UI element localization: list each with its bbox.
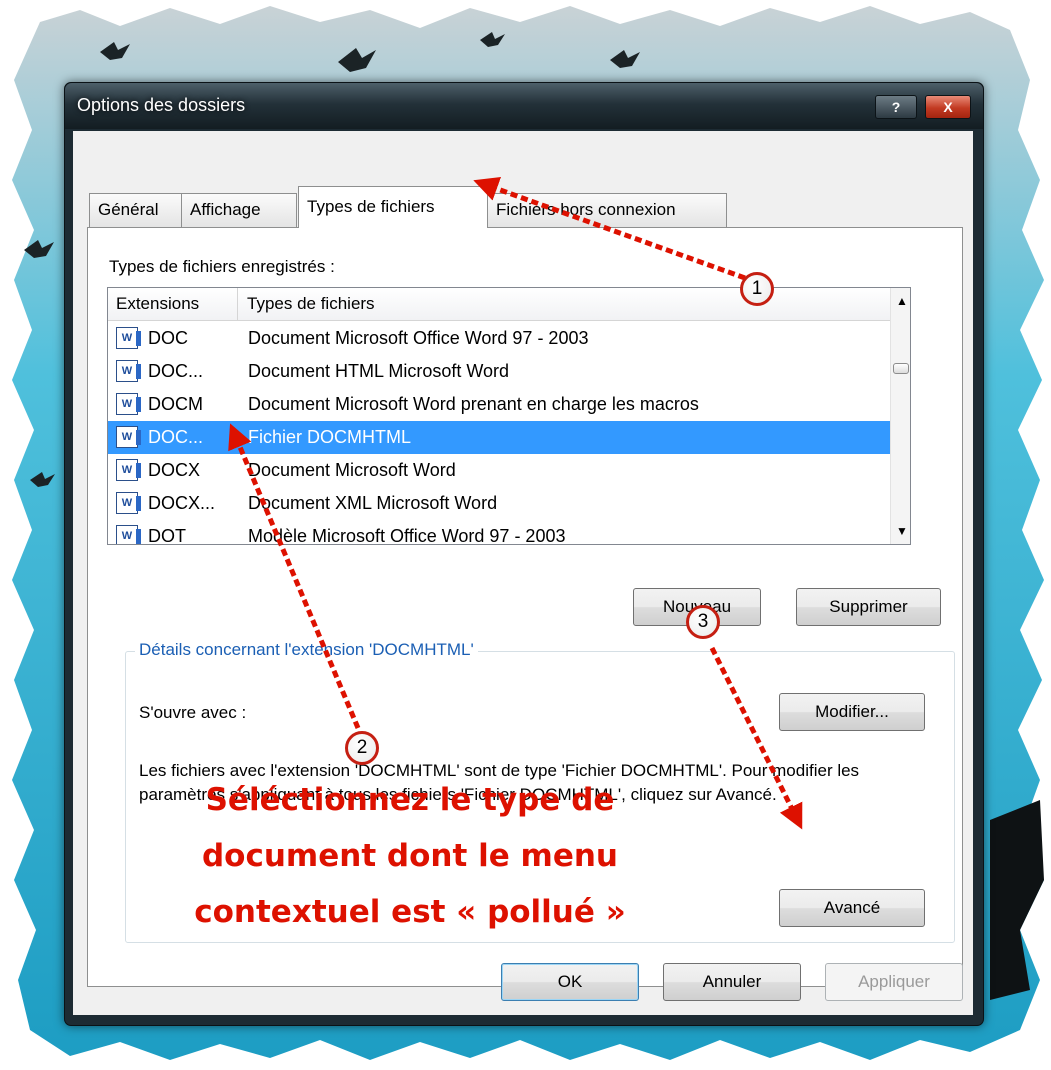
cancel-button[interactable]: Annuler bbox=[663, 963, 801, 1001]
file-types-list[interactable]: Extensions Types de fichiers W DOC Docum… bbox=[107, 287, 911, 545]
row-extension: DOCX bbox=[148, 460, 201, 480]
row-extension: DOC... bbox=[148, 361, 204, 381]
row-extension: DOCM bbox=[148, 394, 203, 414]
row-type: Modèle Microsoft Office Word 97 - 2003 bbox=[248, 526, 566, 545]
details-group-title: Détails concernant l'extension 'DOCMHTML… bbox=[135, 640, 478, 660]
row-extension: DOT bbox=[148, 526, 186, 545]
row-type: Document HTML Microsoft Word bbox=[248, 361, 510, 381]
word-document-icon: W bbox=[116, 327, 141, 349]
list-item-selected[interactable]: W DOC... Fichier DOCMHTML bbox=[108, 421, 890, 454]
word-document-icon: W bbox=[116, 426, 141, 448]
step-badge-3: 3 bbox=[686, 605, 720, 639]
opens-with-label: S'ouvre avec : bbox=[139, 703, 247, 722]
list-item[interactable]: W DOCX Document Microsoft Word bbox=[108, 454, 890, 487]
list-item[interactable]: W DOCM Document Microsoft Word prenant e… bbox=[108, 388, 890, 421]
row-type: Fichier DOCMHTML bbox=[248, 427, 412, 447]
registered-types-label: Types de fichiers enregistrés : bbox=[109, 257, 335, 276]
window-title: Options des dossiers bbox=[77, 95, 246, 115]
close-button[interactable]: X bbox=[925, 95, 971, 119]
row-extension: DOCX... bbox=[148, 493, 216, 513]
word-xml-icon: W bbox=[116, 492, 141, 514]
column-header-types[interactable]: Types de fichiers bbox=[239, 288, 890, 320]
list-item[interactable]: W DOT Modèle Microsoft Office Word 97 - … bbox=[108, 520, 890, 545]
list-item[interactable]: W DOC... Document HTML Microsoft Word bbox=[108, 355, 890, 388]
delete-button[interactable]: Supprimer bbox=[796, 588, 941, 626]
annotation-line-3: contextuel est « pollué » bbox=[194, 894, 626, 930]
ok-button[interactable]: OK bbox=[501, 963, 639, 1001]
row-extension: DOC... bbox=[148, 427, 204, 447]
title-bar[interactable]: Options des dossiers ? X bbox=[65, 83, 983, 129]
word-document-icon: W bbox=[116, 459, 141, 481]
scrollbar-thumb[interactable] bbox=[893, 363, 909, 374]
tab-general[interactable]: Général bbox=[89, 193, 182, 227]
word-macro-icon: W bbox=[116, 393, 141, 415]
advanced-button[interactable]: Avancé bbox=[779, 889, 925, 927]
scroll-up-arrow-icon[interactable]: ▲ bbox=[896, 294, 908, 308]
tab-affichage[interactable]: Affichage bbox=[181, 193, 297, 227]
annotation-line-2: document dont le menu bbox=[201, 838, 619, 874]
apply-button[interactable]: Appliquer bbox=[825, 963, 963, 1001]
row-extension: DOC bbox=[148, 328, 188, 348]
list-item[interactable]: W DOCX... Document XML Microsoft Word bbox=[108, 487, 890, 520]
row-type: Document XML Microsoft Word bbox=[248, 493, 498, 513]
list-item[interactable]: W DOC Document Microsoft Office Word 97 … bbox=[108, 322, 890, 355]
row-type: Document Microsoft Office Word 97 - 2003 bbox=[248, 328, 589, 348]
dialog-client-area: Général Affichage Types de fichiers Fich… bbox=[73, 131, 973, 1015]
row-type: Document Microsoft Word prenant en charg… bbox=[248, 394, 699, 414]
step-badge-1: 1 bbox=[740, 272, 774, 306]
tab-fichiers-hors-connexion[interactable]: Fichiers hors connexion bbox=[487, 193, 727, 227]
column-header-extensions[interactable]: Extensions bbox=[108, 288, 238, 320]
row-type: Document Microsoft Word bbox=[248, 460, 456, 480]
word-template-icon: W bbox=[116, 525, 141, 544]
step-badge-2: 2 bbox=[345, 731, 379, 765]
word-html-icon: W bbox=[116, 360, 141, 382]
modify-button[interactable]: Modifier... bbox=[779, 693, 925, 731]
scroll-down-arrow-icon[interactable]: ▼ bbox=[896, 524, 908, 538]
tab-types-de-fichiers[interactable]: Types de fichiers bbox=[298, 186, 488, 228]
annotation-line-1: Séléctionnez le type de bbox=[205, 782, 615, 818]
vertical-scrollbar[interactable]: ▲ ▼ bbox=[890, 288, 910, 544]
folder-options-dialog: Options des dossiers ? X Général Afficha… bbox=[64, 82, 984, 1026]
help-button[interactable]: ? bbox=[875, 95, 917, 119]
